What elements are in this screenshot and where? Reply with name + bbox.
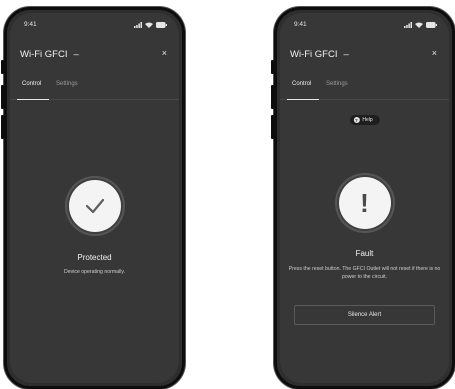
phone-protected: 9:41 Wi-Fi GFCI – × Control Settings Prot… <box>4 7 185 389</box>
tab-bar: Control Settings <box>10 77 179 100</box>
tab-settings[interactable]: Settings <box>326 81 348 87</box>
side-button <box>271 85 274 109</box>
help-icon: ? <box>353 117 360 123</box>
battery-icon <box>426 22 437 28</box>
title-dash: – <box>73 49 79 60</box>
page-title-text: Wi-Fi GFCI <box>20 49 68 60</box>
page-title: Wi-Fi GFCI – <box>20 49 79 60</box>
signal-icon <box>134 22 142 28</box>
tab-control[interactable]: Control <box>22 81 41 87</box>
close-icon[interactable]: × <box>162 48 167 58</box>
status-title: Fault <box>355 249 374 258</box>
tab-bar: Control Settings <box>280 77 449 100</box>
side-button <box>271 115 274 139</box>
tab-settings[interactable]: Settings <box>56 81 78 87</box>
screen: 9:41 Wi-Fi GFCI – × Control Settings Prot… <box>10 13 179 383</box>
signal-icon <box>404 22 412 28</box>
status-icons <box>134 22 167 28</box>
status-icons <box>404 22 437 28</box>
tab-control[interactable]: Control <box>292 81 311 87</box>
silence-alert-button[interactable]: Silence Alert <box>294 305 435 325</box>
help-button[interactable]: ? Help <box>349 115 380 125</box>
close-icon[interactable]: × <box>432 48 437 58</box>
screen: 9:41 Wi-Fi GFCI – × Control Settings ? He… <box>280 13 449 383</box>
exclamation-icon: ! <box>360 187 369 218</box>
battery-icon <box>156 22 167 28</box>
page-title: Wi-Fi GFCI – <box>290 49 349 60</box>
side-button <box>1 85 4 109</box>
active-tab-indicator <box>287 98 319 100</box>
status-bar: 9:41 <box>280 21 449 31</box>
status-description: Device operating normally. <box>63 269 126 275</box>
status-time: 9:41 <box>24 21 37 28</box>
side-button <box>1 60 4 74</box>
active-tab-indicator <box>17 98 49 100</box>
status-title: Protected <box>77 253 112 262</box>
status-description: Press the reset button. The GFCI Outlet … <box>288 266 441 280</box>
help-label: Help <box>362 117 373 123</box>
side-button <box>271 60 274 74</box>
page-title-text: Wi-Fi GFCI <box>290 49 338 60</box>
status-time: 9:41 <box>294 21 307 28</box>
wifi-icon <box>145 22 153 28</box>
phone-fault: 9:41 Wi-Fi GFCI – × Control Settings ? He… <box>274 7 455 389</box>
status-bar: 9:41 <box>10 21 179 31</box>
title-dash: – <box>343 49 349 60</box>
status-fault-circle: ! <box>338 177 391 229</box>
status-check-circle <box>68 180 121 232</box>
side-button <box>1 115 4 139</box>
check-icon <box>85 198 104 214</box>
wifi-icon <box>415 22 423 28</box>
